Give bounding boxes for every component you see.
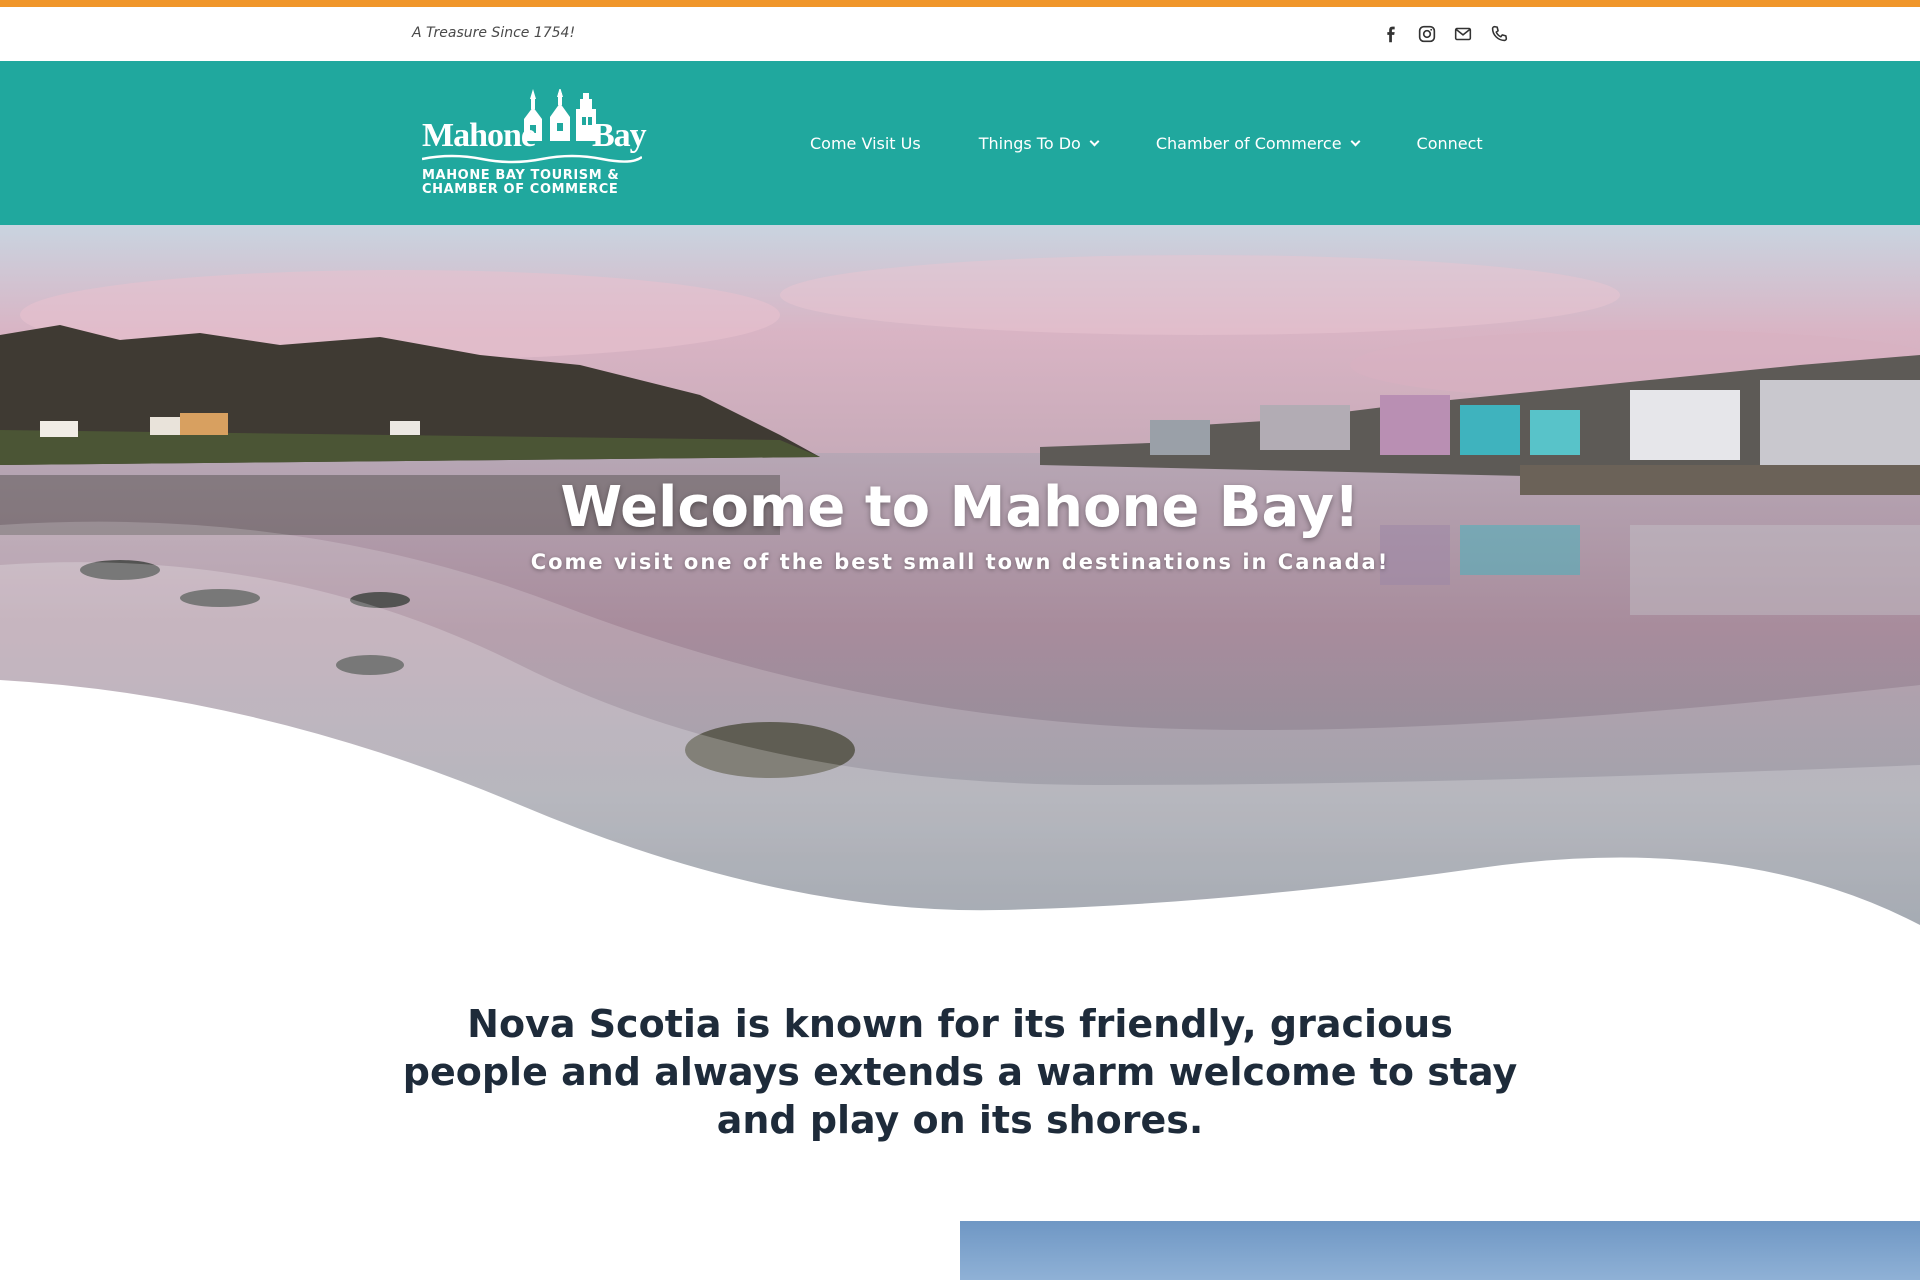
main-nav: Come Visit Us Things To Do Chamber of Co… (810, 61, 1483, 225)
logo-subtitle-line2: CHAMBER OF COMMERCE (422, 182, 619, 197)
logo-waves-icon (422, 154, 642, 164)
nav-item-label: Things To Do (978, 133, 1081, 153)
top-accent-bar (0, 0, 1920, 7)
nav-item-label: Come Visit Us (810, 133, 921, 153)
site-logo[interactable]: Mahone Bay MAHONE BAY TOURISM & CHAMBER … (420, 89, 647, 199)
nav-item-come-visit-us[interactable]: Come Visit Us (810, 134, 921, 153)
nav-item-label: Chamber of Commerce (1155, 133, 1342, 153)
logo-word-right: Bay (592, 117, 647, 154)
instagram-icon[interactable] (1416, 23, 1438, 45)
mail-icon[interactable] (1452, 23, 1474, 45)
logo-subtitle: MAHONE BAY TOURISM & CHAMBER OF COMMERCE (422, 169, 619, 197)
utility-bar: A Treasure Since 1754! (0, 7, 1920, 61)
logo-word-left: Mahone (422, 117, 536, 154)
social-links (1380, 23, 1510, 45)
chevron-down-icon (1350, 136, 1360, 146)
hero-harbour-image (0, 225, 1920, 950)
facebook-icon[interactable] (1380, 23, 1402, 45)
hero-section: Welcome to Mahone Bay! Come visit one of… (0, 225, 1920, 950)
intro-heading: Nova Scotia is known for its friendly, g… (402, 1002, 1518, 1142)
main-header: Mahone Bay MAHONE BAY TOURISM & CHAMBER … (0, 61, 1920, 225)
nav-item-chamber-of-commerce[interactable]: Chamber of Commerce (1155, 133, 1360, 153)
hero-subtitle: Come visit one of the best small town de… (530, 550, 1390, 574)
nav-item-label: Connect (1416, 133, 1483, 153)
phone-icon[interactable] (1488, 23, 1510, 45)
chevron-down-icon (1089, 136, 1100, 146)
tagline: A Treasure Since 1754! (412, 25, 576, 41)
logo-subtitle-line1: MAHONE BAY TOURISM & (422, 168, 620, 183)
nav-item-things-to-do[interactable]: Things To Do (978, 133, 1100, 153)
section-image-preview (960, 1221, 1920, 1280)
nav-item-connect[interactable]: Connect (1417, 134, 1483, 153)
hero-title: Welcome to Mahone Bay! (560, 475, 1360, 540)
